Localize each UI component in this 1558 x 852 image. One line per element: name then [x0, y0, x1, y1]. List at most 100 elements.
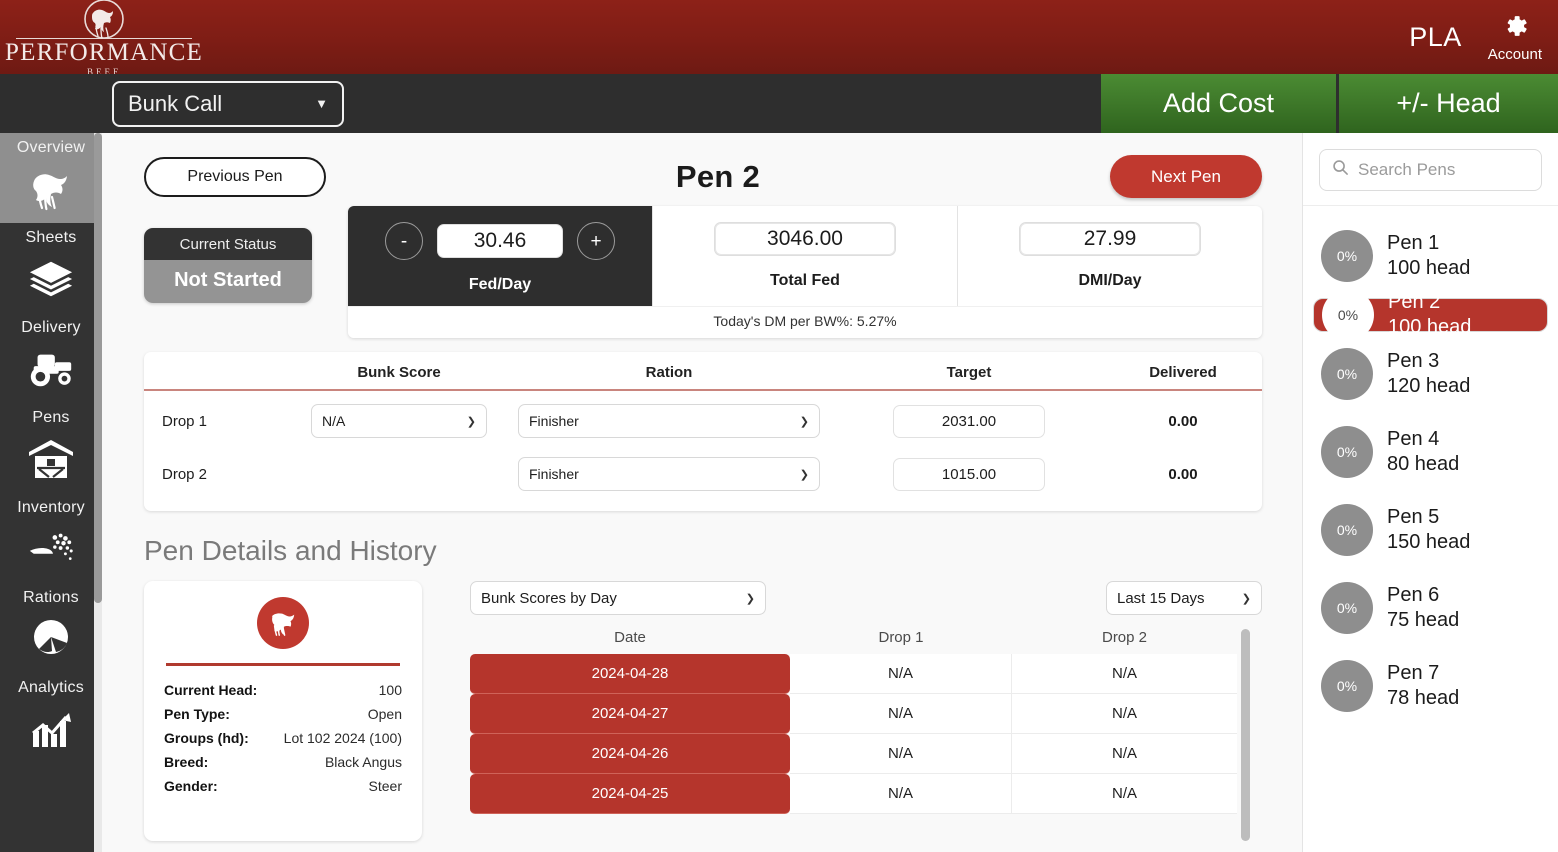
column-header-ration: Ration: [645, 364, 693, 381]
column-header-drop2: Drop 2: [1101, 629, 1148, 646]
app-root: PERFORMANCE BEEF PLA Account Bunk Call ▼: [0, 0, 1558, 852]
sidebar-item-sheets[interactable]: Sheets: [0, 223, 102, 313]
dm-per-bw-note: Today's DM per BW%: 5.27%: [348, 306, 1262, 338]
previous-pen-button[interactable]: Previous Pen: [144, 156, 326, 197]
column-header-blank: [144, 364, 294, 381]
table-row[interactable]: 2024-04-25 N/A N/A: [470, 774, 1262, 814]
sidebar-scrollbar[interactable]: [94, 133, 102, 852]
history-drop1: N/A: [790, 654, 1012, 694]
history-controls: Bunk Scores by Day ❯ Last 15 Days ❯: [470, 581, 1262, 615]
search-icon: [1332, 159, 1349, 181]
sidebar-scrollbar-thumb[interactable]: [94, 133, 102, 603]
target-input[interactable]: 1015.00: [893, 457, 1045, 491]
history-drop2: N/A: [1012, 654, 1237, 694]
mode-select[interactable]: Bunk Call ▼: [112, 80, 344, 127]
history-view-select[interactable]: Bunk Scores by Day ❯: [470, 581, 766, 615]
history-drop1: N/A: [790, 694, 1012, 734]
cow-icon: [257, 597, 309, 649]
status-caption: Current Status: [144, 228, 312, 260]
gear-icon: [1501, 12, 1529, 45]
main-content: Previous Pen Pen 2 Next Pen Current Stat…: [102, 133, 1302, 852]
total-fed-input[interactable]: 3046.00: [714, 222, 896, 256]
pen-header: Previous Pen Pen 2 Next Pen: [102, 133, 1302, 198]
total-fed-wrap: 3046.00: [653, 222, 957, 256]
brand-bar: PERFORMANCE BEEF PLA Account: [0, 0, 1558, 77]
history-scrollbar[interactable]: [1241, 629, 1250, 841]
list-item[interactable]: 0% Pen 7 78 head: [1313, 650, 1548, 722]
drop-label: Drop 2: [162, 465, 208, 483]
brand-bar-right: PLA Account: [1409, 12, 1558, 63]
chevron-down-icon: ❯: [1241, 592, 1251, 605]
bunk-score-select[interactable]: N/A ❯: [311, 404, 487, 438]
dmi-per-day-input[interactable]: 27.99: [1019, 222, 1201, 256]
list-item[interactable]: 0% Pen 2 100 head: [1313, 289, 1548, 341]
increment-button[interactable]: +: [577, 222, 615, 260]
detail-value: Lot 102 2024 (100): [283, 730, 402, 746]
pen-name: Pen 2: [1388, 291, 1441, 314]
detail-value: Open: [367, 706, 402, 722]
pen-head-count: 100 head: [1388, 316, 1472, 338]
next-pen-button[interactable]: Next Pen: [1110, 155, 1262, 198]
target-cell: 2031.00: [834, 404, 1104, 438]
add-cost-button[interactable]: Add Cost: [1098, 74, 1336, 133]
pen-details-title: Pen Details and History: [144, 535, 437, 566]
table-row[interactable]: 2024-04-28 N/A N/A: [470, 654, 1262, 694]
history-range-value: Last 15 Days: [1117, 589, 1205, 607]
sidebar-item-rations[interactable]: Rations: [0, 583, 102, 673]
history-scrollbar-thumb[interactable]: [1241, 629, 1250, 841]
sidebar-item-analytics[interactable]: Analytics: [0, 673, 102, 763]
pen-progress-badge: 0%: [1321, 348, 1373, 400]
search-pens-field[interactable]: Search Pens: [1319, 149, 1542, 191]
detail-key: Pen Type:: [164, 706, 230, 722]
sidebar-item-overview[interactable]: Overview: [0, 133, 102, 223]
ration-select[interactable]: Finisher ❯: [518, 404, 820, 438]
bar-chart-icon: [27, 705, 75, 753]
fed-per-day-column: - 30.46 + Fed/Day: [348, 206, 652, 306]
table-row[interactable]: 2024-04-26 N/A N/A: [470, 734, 1262, 774]
tractor-icon: [26, 345, 76, 393]
ration-value: Finisher: [529, 413, 579, 429]
target-input[interactable]: 2031.00: [893, 404, 1045, 438]
history-drop1: N/A: [790, 734, 1012, 774]
hand-feed-icon: [26, 525, 76, 573]
list-item[interactable]: 0% Pen 3 120 head: [1313, 338, 1548, 410]
history-date: 2024-04-28: [470, 654, 790, 694]
drops-table-header: Bunk Score Ration Target Delivered: [144, 352, 1262, 391]
ration-select[interactable]: Finisher ❯: [518, 457, 820, 491]
pen-info: Pen 5 150 head: [1387, 505, 1470, 555]
sidebar-item-label: Inventory: [17, 499, 85, 516]
table-row[interactable]: 2024-04-27 N/A N/A: [470, 694, 1262, 734]
history-table-header: Date Drop 1 Drop 2: [470, 629, 1262, 654]
pen-head-count: 78 head: [1387, 687, 1460, 709]
list-item[interactable]: 0% Pen 5 150 head: [1313, 494, 1548, 566]
action-bar: Bunk Call ▼ Add Cost +/- Head: [0, 74, 1558, 133]
pen-progress-badge: 0%: [1321, 426, 1373, 478]
pen-head-count: 75 head: [1387, 609, 1460, 631]
list-item[interactable]: 0% Pen 1 100 head: [1313, 220, 1548, 292]
bunk-score-cell: N/A ❯: [294, 404, 504, 438]
sidebar-item-delivery[interactable]: Delivery: [0, 313, 102, 403]
history-range-select[interactable]: Last 15 Days ❯: [1106, 581, 1262, 615]
search-input[interactable]: Search Pens: [1358, 160, 1455, 180]
fed-per-day-input[interactable]: 30.46: [437, 224, 563, 258]
sidebar-item-label: Delivery: [21, 319, 81, 336]
sidebar-item-label: Pens: [32, 409, 70, 426]
column-header-target: Target: [946, 364, 992, 381]
detail-row: Gender: Steer: [162, 774, 404, 798]
decrement-button[interactable]: -: [385, 222, 423, 260]
pen-name: Pen 3: [1387, 350, 1440, 373]
history-drop2: N/A: [1012, 694, 1237, 734]
plus-minus-head-button[interactable]: +/- Head: [1336, 74, 1558, 133]
drops-table: Bunk Score Ration Target Delivered Drop …: [144, 352, 1262, 511]
sidebar-item-inventory[interactable]: Inventory: [0, 493, 102, 583]
history-drop2: N/A: [1012, 774, 1237, 814]
history-column: Bunk Scores by Day ❯ Last 15 Days ❯ Date…: [470, 581, 1262, 841]
list-item[interactable]: 0% Pen 4 80 head: [1313, 416, 1548, 488]
stats-row: Current Status Not Started - 30.46 + Fed…: [102, 198, 1302, 338]
list-item[interactable]: 0% Pen 6 75 head: [1313, 572, 1548, 644]
brand-logo[interactable]: PERFORMANCE BEEF: [5, 0, 202, 77]
mode-select-value: Bunk Call: [128, 90, 223, 116]
user-initials[interactable]: PLA: [1409, 22, 1462, 53]
account-button[interactable]: Account: [1488, 12, 1542, 63]
sidebar-item-pens[interactable]: Pens: [0, 403, 102, 493]
